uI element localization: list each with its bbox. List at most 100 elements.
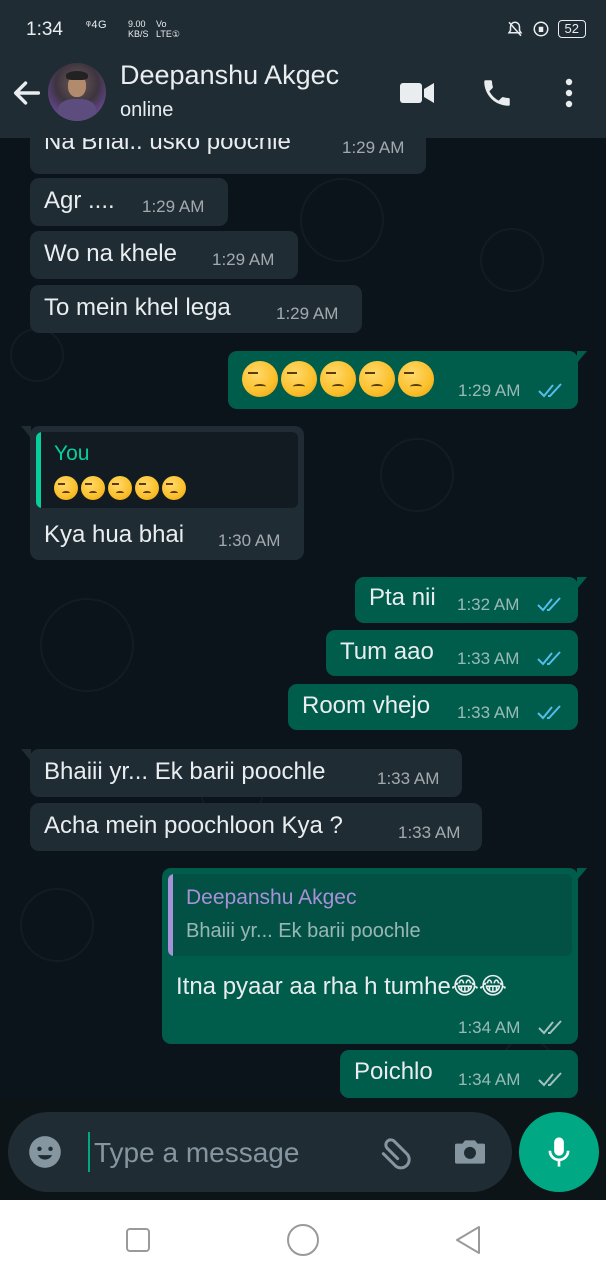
message-time: 1:34 AM [458,1018,521,1037]
circle-icon [287,1224,319,1256]
unamused-emoji-icon [281,361,317,397]
message-time: 1:30 AM [218,531,281,550]
message-text: Itna pyaar aa rha h tumhe😂😂 [176,973,507,1000]
message-time: 1:33 AM [398,823,461,842]
delivered-ticks-icon [538,1020,562,1035]
unamused-emoji-icon [398,361,434,397]
message-bubble-incoming[interactable]: Acha mein poochloon Kya ? 1:33 AM [30,803,482,851]
contact-name[interactable]: Deepanshu Akgec [120,60,339,91]
message-time: 1:29 AM [142,197,205,216]
message-bubble-outgoing[interactable]: 1:29 AM [228,351,587,409]
message-bubble-incoming[interactable]: Bhaiii yr... Ek barii poochle 1:33 AM [21,749,462,797]
video-call-icon [400,83,434,103]
message-bubble-outgoing[interactable]: Pta nii 1:32 AM [355,577,587,623]
data-saver-icon [533,21,549,37]
system-nav-bar [0,1200,606,1280]
message-bubble-incoming[interactable]: To mein khel lega 1:29 AM [30,285,362,333]
message-time: 1:29 AM [342,138,405,157]
square-icon [126,1228,150,1252]
message-bubble-incoming[interactable]: Wo na khele 1:29 AM [30,231,298,279]
network-speed-unit: KB/S [128,29,149,39]
message-input[interactable] [92,1128,376,1178]
message-text: To mein khel lega [44,294,231,321]
more-vert-icon [565,78,573,108]
message-text: Tum aao [340,638,434,665]
contact-status: online [120,99,174,121]
chat-header: Deepanshu Akgec online [0,46,606,138]
message-bubble-outgoing[interactable]: Deepanshu Akgec Bhaiii yr... Ek barii po… [162,868,587,1044]
quote-author: Deepanshu Akgec [186,886,357,909]
message-bubble-incoming[interactable]: Agr .... 1:29 AM [30,178,228,226]
message-bubble-outgoing[interactable]: Tum aao 1:33 AM [326,630,578,676]
read-ticks-icon [537,705,561,720]
mic-icon [548,1137,570,1167]
unamused-emoji-icon [108,476,132,500]
unamused-emoji-group [242,361,434,397]
message-composer [8,1112,512,1192]
message-time: 1:32 AM [457,595,520,614]
message-time: 1:33 AM [377,769,440,788]
volte-indicator: Vo LTE① [156,19,180,39]
message-time: 1:33 AM [457,649,520,668]
emoji-icon [29,1136,61,1168]
quote-bar [36,432,41,508]
avatar[interactable] [48,63,106,121]
message-text: Acha mein poochloon Kya ? [44,812,343,839]
message-bubble-outgoing[interactable]: Room vhejo 1:33 AM [288,684,578,730]
home-button[interactable] [285,1222,321,1258]
message-text: Pta nii [369,584,436,611]
message-bubble-incoming[interactable]: Na Bhai.. usko poochle 1:29 AM [30,138,426,174]
text-caret [88,1132,90,1172]
message-time: 1:34 AM [458,1070,521,1089]
message-bubble-incoming[interactable]: You Kya hua bhai 1:30 AM [21,426,304,560]
volte-top: Vo [156,19,167,29]
quote-emoji-group [54,476,186,500]
quote-bar [168,874,173,956]
quote-text: Bhaiii yr... Ek barii poochle [186,920,421,942]
network-indicator: ᵠ4G [86,19,108,31]
battery-level: 52 [557,20,586,38]
back-arrow-icon [13,81,41,105]
mute-bell-icon [507,21,522,37]
network-speed-value: 9.00 [128,19,146,29]
message-text: Bhaiii yr... Ek barii poochle [44,758,326,785]
unamused-emoji-icon [320,361,356,397]
read-ticks-icon [537,651,561,666]
camera-button[interactable] [450,1132,490,1172]
voice-call-button[interactable] [478,74,516,112]
back-nav-button[interactable] [450,1222,486,1258]
unamused-emoji-icon [242,361,278,397]
chat-area[interactable]: Na Bhai.. usko poochle 1:29 AM Agr .... … [0,138,606,1100]
message-text: Kya hua bhai [44,521,185,548]
paperclip-icon [381,1138,411,1170]
triangle-back-icon [456,1226,480,1254]
emoji-button[interactable] [26,1133,64,1171]
camera-icon [455,1140,485,1164]
unamused-emoji-icon [81,476,105,500]
recents-button[interactable] [120,1222,156,1258]
status-bar: 1:34 ᵠ4G 9.00 KB/S Vo LTE① 52 [0,0,606,46]
message-time: 1:29 AM [212,250,275,269]
quoted-message[interactable]: Deepanshu Akgec Bhaiii yr... Ek barii po… [168,874,572,956]
network-speed: 9.00 KB/S [128,19,149,39]
unamused-emoji-icon [359,361,395,397]
more-options-button[interactable] [550,74,588,112]
quoted-message[interactable]: You [36,432,298,508]
delivered-ticks-icon [538,1072,562,1087]
message-text: Na Bhai.. usko poochle [44,138,291,155]
voice-record-button[interactable] [519,1112,599,1192]
status-time: 1:34 [26,19,63,40]
message-time: 1:29 AM [276,304,339,323]
message-bubble-outgoing[interactable]: Poichlo 1:34 AM [340,1050,578,1098]
back-button[interactable] [10,76,44,110]
message-time: 1:33 AM [457,703,520,722]
volte-bottom: LTE① [156,29,180,39]
video-call-button[interactable] [398,74,436,112]
unamused-emoji-icon [54,476,78,500]
attach-button[interactable] [376,1132,416,1172]
quote-author: You [54,442,90,465]
status-right: 52 [506,20,586,38]
message-text: Room vhejo [302,692,431,719]
unamused-emoji-icon [162,476,186,500]
message-text: Wo na khele [44,240,177,267]
